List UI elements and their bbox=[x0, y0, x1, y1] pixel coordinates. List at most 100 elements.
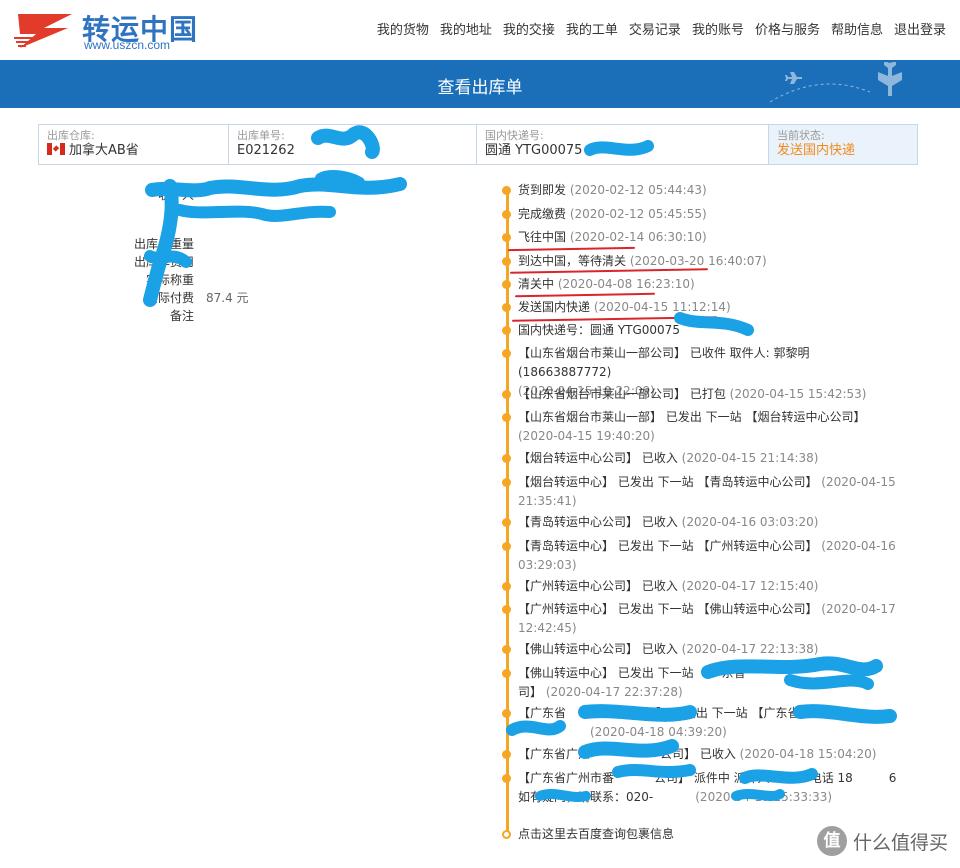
nav-my-handover[interactable]: 我的交接 bbox=[503, 19, 555, 38]
nav-pricing[interactable]: 价格与服务 bbox=[755, 19, 820, 38]
timeline-event: 【广东省广州 公司】 已收入 (2020-04-18 15:04:20) bbox=[502, 745, 898, 764]
status-label: 当前状态: bbox=[777, 129, 825, 142]
actual-weight-label: 实际称重 bbox=[145, 273, 194, 287]
receiver-row: 收件人 bbox=[60, 186, 390, 202]
event-text-mid: 】 已发出 下一站 【广东省 bbox=[656, 706, 800, 720]
nav-my-address[interactable]: 我的地址 bbox=[440, 19, 492, 38]
timeline-event: 【佛山转运中心】 已发出 下一站 【广东省 司】 (2020-04-17 22:3… bbox=[502, 664, 898, 702]
timeline-dot bbox=[502, 233, 511, 242]
order-number-label: 出库单号: bbox=[237, 129, 285, 142]
timeline-event: 【青岛转运中心】 已发出 下一站 【广州转运中心公司】 (2020-04-16 … bbox=[502, 537, 898, 575]
timeline-dot bbox=[502, 750, 511, 759]
tracking-timeline: 货到即发 (2020-02-12 05:44:43) 完成缴费 (2020-02… bbox=[500, 180, 920, 850]
timeline-dot bbox=[502, 478, 511, 487]
event-time: (2020-02-14 06:30:10) bbox=[569, 230, 707, 244]
timeline-dot bbox=[502, 582, 511, 591]
site-logo[interactable]: 转运中国 www.uszcn.com bbox=[14, 8, 197, 52]
event-text: 【广东省 bbox=[518, 706, 567, 720]
status-cell: 当前状态: 发送国内快递 bbox=[769, 125, 917, 164]
event-time: (2020-04-17 22:37:28) bbox=[545, 685, 683, 699]
event-text: 【广州转运中心公司】 已收入 bbox=[518, 579, 678, 593]
timeline-dot bbox=[502, 645, 511, 654]
main-nav: 我的货物 我的地址 我的交接 我的工单 交易记录 我的账号 价格与服务 帮助信息… bbox=[377, 19, 946, 38]
event-text: 飞往中国 bbox=[518, 230, 567, 244]
remark-row: 备注 bbox=[60, 307, 390, 323]
timeline-dot bbox=[502, 257, 511, 266]
timeline-dot bbox=[502, 186, 511, 195]
top-header: 转运中国 www.uszcn.com 我的货物 我的地址 我的交接 我的工单 交… bbox=[0, 0, 960, 60]
event-text: 【广东省广州市番 bbox=[518, 771, 615, 785]
timeline-event: 清关中 (2020-04-08 16:23:10) bbox=[502, 275, 898, 294]
nav-my-tickets[interactable]: 我的工单 bbox=[566, 19, 618, 38]
timeline-event: 【青岛转运中心公司】 已收入 (2020-04-16 03:03:20) bbox=[502, 513, 898, 532]
event-text: 完成缴费 bbox=[518, 207, 567, 221]
timeline-dot bbox=[502, 210, 511, 219]
express-number-label: 国内快递号: bbox=[485, 129, 544, 142]
timeline-event: 【广东省广州市番 公司】 派件中 派件人: 电话 18 6 如有疑问，请联系：020-… bbox=[502, 769, 898, 807]
timeline-dot bbox=[502, 349, 511, 358]
timeline-event: 发送国内快递 (2020-04-15 11:12:14) bbox=[502, 298, 898, 317]
timeline-dot bbox=[502, 709, 511, 718]
event-text: 【烟台转运中心】 已发出 下一站 【青岛转运中心公司】 bbox=[518, 475, 818, 489]
warehouse-label: 出库仓库: bbox=[47, 129, 95, 142]
event-text: 清关中 bbox=[518, 277, 555, 291]
smzdm-logo-icon: 值 bbox=[816, 826, 847, 856]
order-info-bar: 出库仓库: 加拿大AB省 出库单号: E021262 国内快递号: 圆通 YTG… bbox=[38, 124, 918, 165]
page-banner: 查看出库单 bbox=[0, 60, 960, 108]
timeline-dot bbox=[502, 280, 511, 289]
event-time: (2020-04-16 03:03:20) bbox=[681, 515, 819, 529]
timeline-dot bbox=[502, 542, 511, 551]
timeline-dot bbox=[502, 669, 511, 678]
nav-help[interactable]: 帮助信息 bbox=[831, 19, 883, 38]
page-title: 查看出库单 bbox=[437, 78, 523, 98]
event-text: 【山东省烟台市莱山一部】 已发出 下一站 【烟台转运中心公司】 bbox=[518, 410, 866, 424]
event-text: 国内快递号：圆通 YTG00075 bbox=[518, 323, 680, 337]
event-time: (2020-04-15 15:42:53) bbox=[729, 387, 867, 401]
actual-fee-value: 87.4 元 bbox=[206, 291, 249, 305]
logo-z-icon bbox=[14, 14, 72, 48]
fee-label: 出库单费用 bbox=[133, 255, 194, 269]
baidu-link-text[interactable]: 点击这里去百度查询包裹信息 bbox=[518, 827, 674, 841]
weight-label: 出库单重量 bbox=[133, 237, 194, 251]
remark-label: 备注 bbox=[169, 309, 194, 323]
event-time: (2020-04-15 19:40:20) bbox=[518, 429, 655, 443]
event-text: 【青岛转运中心公司】 已收入 bbox=[518, 515, 678, 529]
timeline-dot bbox=[502, 326, 511, 335]
status-value: 发送国内快递 bbox=[777, 143, 856, 158]
express-number-cell: 国内快递号: 圆通 YTG00075 bbox=[477, 125, 769, 164]
order-number-cell: 出库单号: E021262 bbox=[229, 125, 477, 164]
watermark: 值 什么值得买 bbox=[816, 826, 948, 856]
warehouse-value-row: 加拿大AB省 bbox=[47, 142, 220, 160]
event-time: (2020-02-12 05:45:55) bbox=[569, 207, 707, 221]
timeline-event: 飞往中国 (2020-02-14 06:30:10) bbox=[502, 228, 898, 247]
nav-logout[interactable]: 退出登录 bbox=[894, 19, 946, 38]
timeline-dot bbox=[502, 413, 511, 422]
event-time: (2020-04-17 12:15:40) bbox=[681, 579, 819, 593]
timeline-event: 【山东省烟台市莱山一部公司】 已打包 (2020-04-15 15:42:53) bbox=[502, 385, 898, 404]
actual-fee-label: 实际付费 bbox=[145, 291, 194, 305]
nav-my-goods[interactable]: 我的货物 bbox=[377, 19, 429, 38]
event-time: (2020-04-18 04:39:20) bbox=[590, 725, 727, 739]
logo-url-text: www.uszcn.com bbox=[84, 38, 171, 52]
timeline-event: 【烟台转运中心公司】 已收入 (2020-04-15 21:14:38) bbox=[502, 449, 898, 468]
nav-transactions[interactable]: 交易记录 bbox=[629, 19, 681, 38]
fee-row: 出库单费用 bbox=[60, 253, 390, 269]
event-text: 货到即发 bbox=[518, 183, 567, 197]
event-text: 【佛山转运中心】 已发出 下一站 【广东省 bbox=[518, 666, 746, 680]
express-number-value: 圆通 YTG00075 bbox=[485, 143, 583, 158]
warehouse-value: 加拿大AB省 bbox=[69, 143, 139, 158]
timeline-dot bbox=[502, 303, 511, 312]
event-text: 【佛山转运中心公司】 已收入 bbox=[518, 642, 678, 656]
canada-flag-icon bbox=[47, 143, 65, 155]
event-text: 【广东省广州 bbox=[518, 747, 591, 761]
event-time: (2020-04-08 16:23:10) bbox=[557, 277, 695, 291]
weight-row: 出库单重量 bbox=[60, 235, 390, 251]
timeline-event: 【烟台转运中心】 已发出 下一站 【青岛转运中心公司】 (2020-04-15 … bbox=[502, 473, 898, 511]
event-time: (2020-04-18 15:04:20) bbox=[739, 747, 877, 761]
actual-fee-row: 实际付费 87.4 元 bbox=[60, 289, 390, 305]
receiver-label: 收件人 bbox=[157, 188, 194, 202]
event-time: (2020-04-15 11:12:14) bbox=[593, 300, 731, 314]
event-text-mid: 公司】 派件中 派件人: bbox=[654, 771, 774, 785]
timeline-dot bbox=[502, 518, 511, 527]
nav-my-account[interactable]: 我的账号 bbox=[692, 19, 744, 38]
